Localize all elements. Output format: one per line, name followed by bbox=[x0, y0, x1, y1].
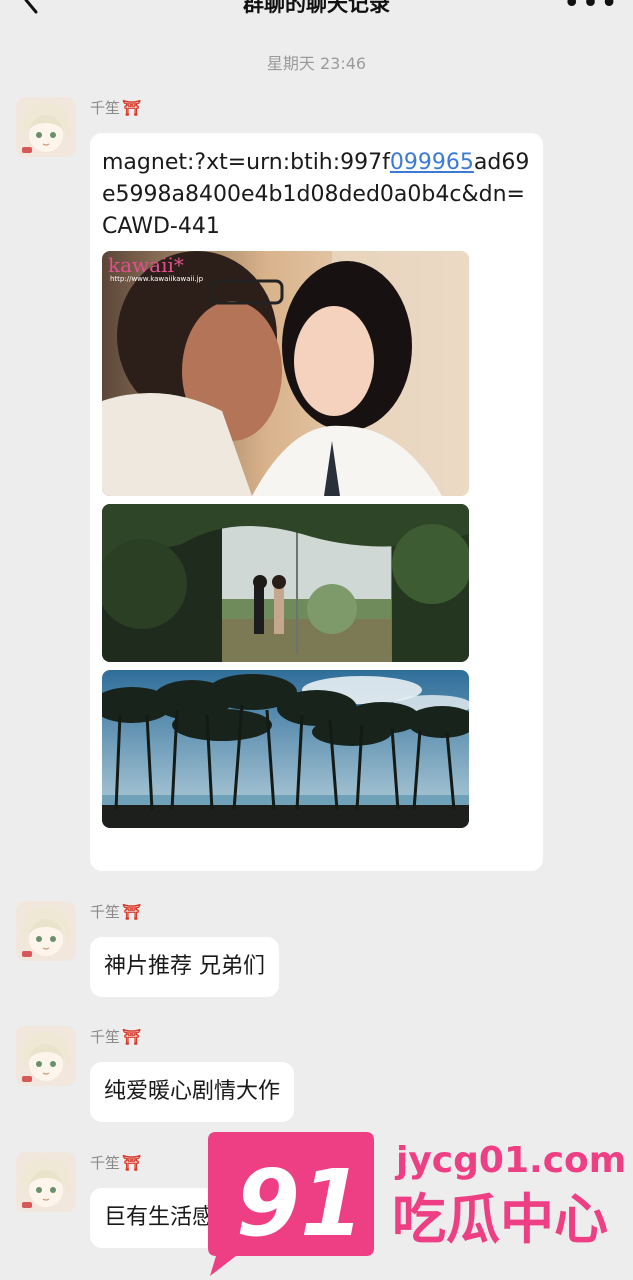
avatar-image bbox=[16, 1152, 76, 1212]
photo-closeup bbox=[102, 251, 469, 496]
message-bubble[interactable]: magnet:?xt=urn:btih:997f099965ad69e5998a… bbox=[90, 133, 543, 871]
torii-emoji: ⛩ bbox=[122, 903, 142, 921]
sender-name: 千笙 ⛩ bbox=[90, 1154, 142, 1172]
message-text: 神片推荐 兄弟们 bbox=[104, 954, 265, 979]
chat-message: 千笙 ⛩ magnet:?xt=urn:btih:997f099965ad69e5… bbox=[16, 97, 616, 877]
image-logo-text: kawaii* bbox=[108, 253, 184, 277]
avatar-image bbox=[16, 901, 76, 961]
watermark: 91 jycg01.com 吃瓜中心 bbox=[196, 1110, 633, 1280]
avatar-image bbox=[16, 1026, 76, 1086]
magnet-link-text[interactable]: magnet:?xt=urn:btih:997f099965ad69e5998a… bbox=[102, 147, 531, 243]
photo-fence bbox=[102, 504, 469, 662]
page-title: 群聊的聊天记录 bbox=[243, 0, 390, 16]
message-text: 纯爱暖心剧情大作 bbox=[104, 1079, 281, 1104]
torii-emoji: ⛩ bbox=[122, 99, 142, 117]
message-bubble[interactable]: 神片推荐 兄弟们 bbox=[90, 937, 279, 997]
torii-emoji: ⛩ bbox=[122, 1154, 142, 1172]
photo-pines bbox=[102, 670, 469, 828]
watermark-logo: 91 jycg01.com 吃瓜中心 bbox=[208, 1132, 626, 1276]
torii-emoji: ⛩ bbox=[122, 1028, 142, 1046]
avatar[interactable] bbox=[16, 901, 76, 961]
watermark-site: jycg01.com bbox=[394, 1140, 626, 1181]
more-dots-icon[interactable]: ••• bbox=[563, 0, 619, 21]
image-site-text: http://www.kawaiikawaii.jp bbox=[110, 275, 204, 283]
magnet-hash-link[interactable]: 099965 bbox=[390, 150, 474, 175]
avatar[interactable] bbox=[16, 1152, 76, 1212]
sender-name: 千笙 ⛩ bbox=[90, 99, 142, 117]
navbar: 群聊的聊天记录 ••• bbox=[0, 0, 633, 34]
avatar[interactable] bbox=[16, 97, 76, 157]
image-pine-trees[interactable] bbox=[102, 670, 469, 828]
image-fence-scene[interactable] bbox=[102, 504, 469, 662]
chat-timestamp: 星期天 23:46 bbox=[266, 54, 367, 73]
avatar[interactable] bbox=[16, 1026, 76, 1086]
sender-name: 千笙 ⛩ bbox=[90, 903, 142, 921]
avatar-image bbox=[16, 97, 76, 157]
chat-message: 千笙 ⛩ 神片推荐 兄弟们 bbox=[16, 901, 616, 1001]
watermark-name: 吃瓜中心 bbox=[392, 1188, 608, 1251]
image-closeup-scene[interactable]: kawaii* http://www.kawaiikawaii.jp bbox=[102, 251, 469, 496]
watermark-number: 91 bbox=[236, 1150, 364, 1257]
sender-name: 千笙 ⛩ bbox=[90, 1028, 142, 1046]
